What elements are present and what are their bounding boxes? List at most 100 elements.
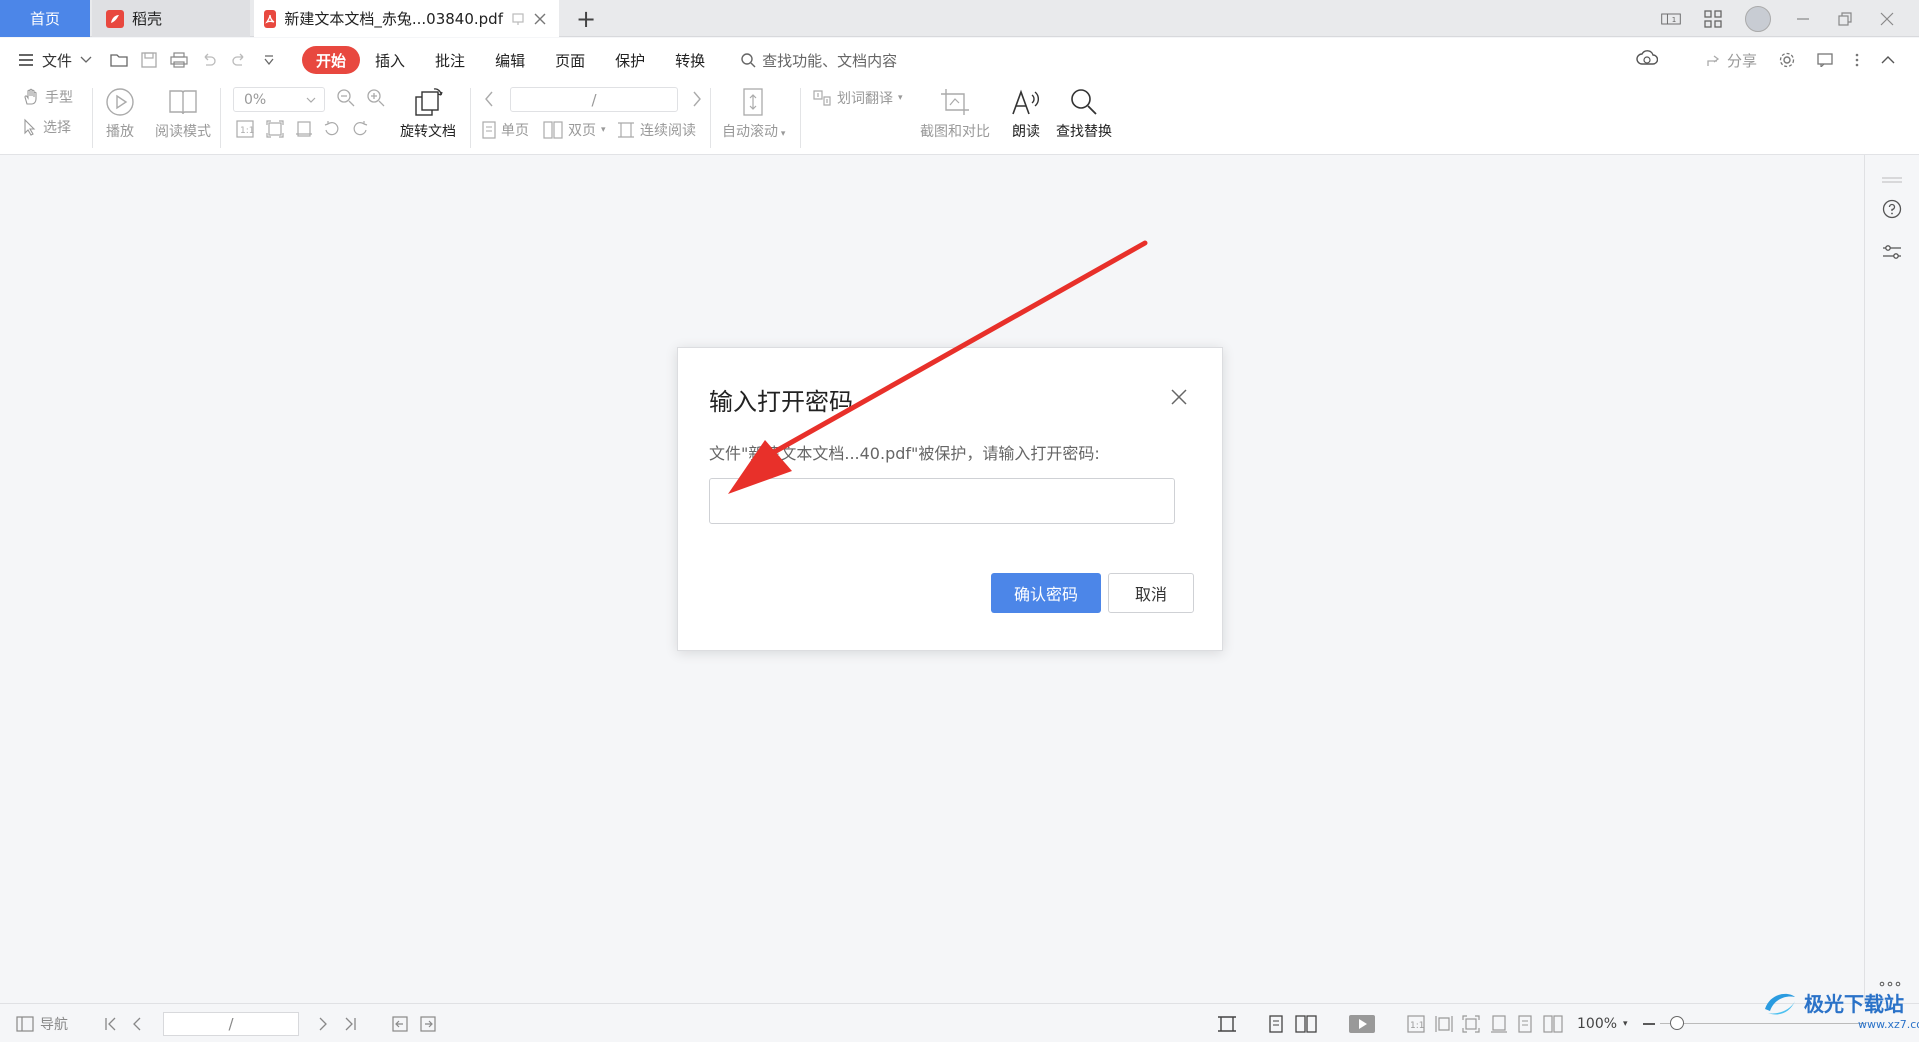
pin-window-icon[interactable] (511, 12, 525, 26)
back-view-icon[interactable] (392, 1004, 408, 1042)
continuous-read-button[interactable]: 连续阅读 (617, 120, 696, 140)
screenshot-compare-button[interactable]: 截图和对比 (920, 87, 990, 141)
first-page-icon[interactable] (104, 1004, 118, 1042)
dual-view-icon[interactable] (1295, 1004, 1317, 1042)
divider (800, 88, 801, 148)
word-translate-button[interactable]: 划词翻译 ▾ (812, 88, 903, 108)
tab-protect[interactable]: 保护 (600, 50, 660, 71)
auto-scroll-button[interactable]: 自动滚动 ▾ (722, 87, 785, 141)
tab-edit[interactable]: 编辑 (480, 50, 540, 71)
collapse-ribbon-icon[interactable] (1881, 55, 1895, 65)
tab-home[interactable]: 首页 (0, 0, 90, 37)
tab-annotate[interactable]: 批注 (420, 50, 480, 71)
select-tool[interactable]: 选择 (22, 117, 71, 137)
slideshow-play-icon[interactable] (1348, 1004, 1376, 1042)
next-page-icon[interactable] (692, 91, 702, 107)
continuous-read-icon (618, 122, 634, 138)
redo-icon[interactable] (230, 51, 248, 69)
zoom-level-value: 100% (1577, 1015, 1618, 1032)
fit-page-status-icon[interactable] (1462, 1004, 1480, 1042)
panel-drag-handle-icon[interactable] (1881, 169, 1903, 191)
tab-document[interactable]: 新建文本文档_赤兔...03840.pdf (254, 0, 559, 37)
undo-icon[interactable] (200, 51, 218, 69)
plus-icon: + (575, 4, 597, 33)
next-page-icon[interactable] (318, 1004, 328, 1042)
help-icon[interactable] (1881, 198, 1903, 220)
zoom-select[interactable]: 0% (233, 87, 325, 112)
zoom-out-icon[interactable] (336, 88, 356, 108)
rotate-document-button[interactable]: 旋转文档 (400, 87, 456, 141)
save-icon[interactable] (140, 51, 158, 69)
actual-size-icon[interactable]: 1:1 (236, 120, 254, 138)
rotate-left-icon[interactable] (323, 120, 341, 138)
single-page-button[interactable]: 单页 (482, 120, 529, 140)
comment-icon[interactable] (1817, 53, 1833, 67)
file-menu[interactable]: 文件 (18, 50, 92, 71)
status-page-input[interactable]: / (163, 1012, 299, 1036)
read-mode-button[interactable]: 阅读模式 (155, 87, 211, 141)
password-input[interactable] (709, 478, 1175, 524)
open-folder-icon[interactable] (110, 51, 128, 69)
actual-size-status-icon[interactable]: 1:1 (1407, 1004, 1425, 1042)
fit-page-icon[interactable] (266, 120, 284, 138)
settings-gear-icon[interactable] (1779, 52, 1795, 68)
restore-icon[interactable] (1835, 9, 1855, 29)
more-vertical-icon[interactable] (1855, 53, 1859, 67)
share-icon (1707, 55, 1720, 66)
open-password-dialog: 输入打开密码 文件"新建文本文档...40.pdf"被保护，请输入打开密码: 确… (677, 347, 1223, 651)
single-view-icon[interactable] (1268, 1004, 1284, 1042)
cancel-button[interactable]: 取消 (1108, 573, 1194, 613)
close-tab-icon[interactable] (533, 12, 547, 26)
read-aloud-label: 朗读 (1012, 124, 1040, 140)
book-view-status-icon[interactable] (1543, 1004, 1563, 1042)
hand-tool[interactable]: 手型 (22, 87, 73, 107)
find-replace-button[interactable]: 查找替换 (1056, 87, 1112, 141)
last-page-icon[interactable] (343, 1004, 357, 1042)
caret-down-icon: ▾ (898, 93, 903, 103)
fit-screen-icon[interactable] (1217, 1004, 1237, 1042)
watermark-swirl-icon (1765, 993, 1795, 1014)
customize-dropdown-icon[interactable] (260, 51, 278, 69)
zoom-slider-track[interactable] (1660, 1023, 1865, 1024)
tab-start[interactable]: 开始 (302, 46, 361, 74)
zoom-out-status-icon[interactable] (1642, 1004, 1656, 1042)
double-page-button[interactable]: 双页 ▾ (543, 120, 606, 140)
forward-view-icon[interactable] (420, 1004, 436, 1042)
minimize-icon[interactable] (1793, 9, 1813, 29)
close-window-icon[interactable] (1877, 9, 1897, 29)
tab-convert[interactable]: 转换 (660, 50, 720, 71)
continuous-status-icon[interactable] (1517, 1004, 1533, 1042)
navigation-button[interactable]: 导航 (16, 1004, 68, 1042)
cloud-sync-icon[interactable] (1636, 49, 1658, 67)
close-dialog-icon[interactable] (1168, 386, 1190, 408)
zoom-level-select[interactable]: 100% ▾ (1577, 1004, 1628, 1042)
feature-search[interactable]: 查找功能、文档内容 (740, 50, 897, 71)
page-number-input[interactable]: / (510, 87, 678, 112)
adjust-settings-icon[interactable] (1881, 241, 1903, 263)
page-width-status-icon[interactable] (1490, 1004, 1508, 1042)
print-icon[interactable] (170, 51, 188, 69)
new-tab-button[interactable]: + (566, 0, 606, 37)
dialog-title: 输入打开密码 (709, 388, 853, 416)
fit-width-icon[interactable] (295, 120, 313, 138)
read-aloud-button[interactable]: 朗读 (1010, 87, 1042, 141)
tab-insert[interactable]: 插入 (360, 50, 420, 71)
rotate-right-icon[interactable] (351, 120, 369, 138)
share-label: 分享 (1726, 51, 1757, 70)
fit-width-status-icon[interactable] (1435, 1004, 1453, 1042)
grid-apps-icon[interactable] (1703, 9, 1723, 29)
zoom-slider-knob[interactable] (1670, 1016, 1684, 1030)
zoom-in-icon[interactable] (366, 88, 386, 108)
layout-icon[interactable]: 1 (1661, 9, 1681, 29)
previous-page-icon[interactable] (484, 91, 494, 107)
read-mode-label: 阅读模式 (155, 124, 211, 140)
confirm-password-button[interactable]: 确认密码 (991, 573, 1101, 613)
prev-page-icon[interactable] (132, 1004, 142, 1042)
search-icon (741, 53, 756, 68)
tab-page[interactable]: 页面 (540, 50, 600, 71)
tab-daoke[interactable]: 稻壳 (92, 0, 250, 37)
play-button[interactable]: 播放 (105, 87, 135, 141)
user-avatar[interactable] (1745, 5, 1771, 32)
share-button[interactable]: 分享 (1707, 50, 1757, 71)
double-page-icon (543, 121, 563, 139)
